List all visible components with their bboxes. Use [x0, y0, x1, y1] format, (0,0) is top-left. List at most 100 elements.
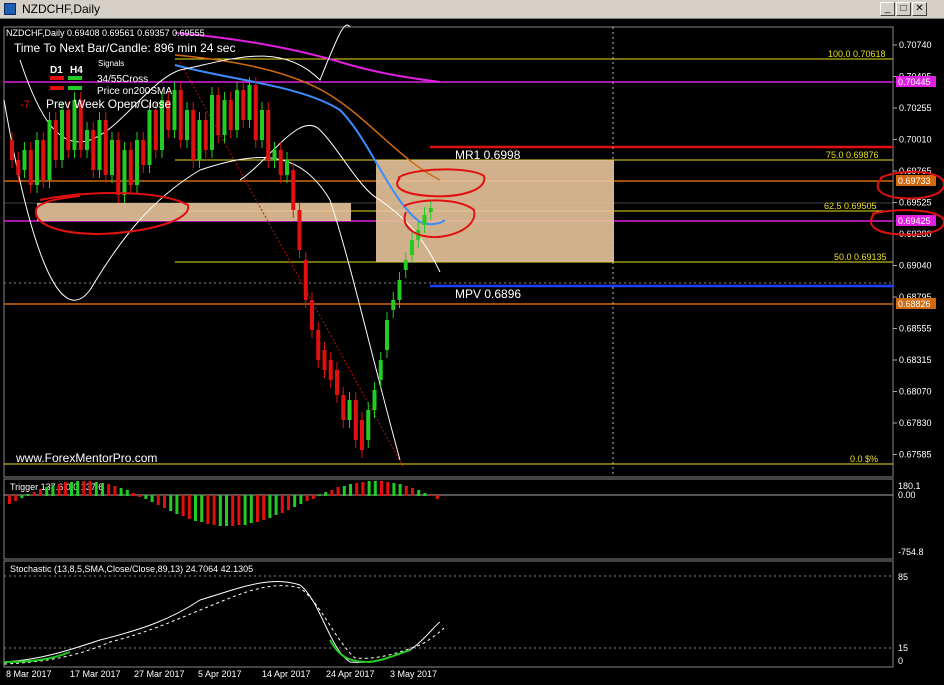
legend-cross: 34/55Cross	[97, 74, 148, 85]
trigger-bar	[51, 485, 55, 496]
candle	[266, 110, 271, 160]
trigger-bar	[423, 493, 427, 496]
trigger-bar	[125, 490, 129, 496]
candle	[103, 120, 108, 175]
trigger-bar	[187, 495, 191, 519]
candle	[310, 300, 314, 330]
trigger-bar	[404, 486, 408, 496]
candle	[241, 90, 246, 120]
price-chart[interactable]: 100.0 0.70618 75.0 0.69876 62.5 0.69505 …	[0, 19, 944, 680]
trigger-bar	[231, 495, 235, 526]
trigger-bar	[268, 495, 272, 518]
mt4-chart-window: NZDCHF,Daily _ □ ✕ 100.0 0.70618 75.0 0.…	[0, 0, 944, 680]
trigger-bar	[311, 495, 315, 499]
candle	[41, 140, 46, 180]
trigger-bar	[32, 492, 36, 496]
candle	[122, 150, 127, 195]
price-axis-label: 0.67585	[899, 450, 932, 460]
trigger-bar	[361, 482, 365, 496]
candle	[185, 110, 189, 140]
trigger-bar	[330, 490, 334, 496]
watermark: www.ForexMentorPro.com	[15, 451, 157, 465]
trigger-bar	[57, 484, 61, 496]
countdown-text: Time To Next Bar/Candle: 896 min 24 sec	[14, 41, 235, 55]
time-axis-label: 5 Apr 2017	[198, 669, 242, 679]
trigger-bar	[88, 481, 92, 496]
chart-area[interactable]: 100.0 0.70618 75.0 0.69876 62.5 0.69505 …	[0, 19, 944, 680]
candle	[372, 390, 377, 410]
candle	[210, 95, 214, 150]
support-zone	[37, 203, 351, 221]
candle	[378, 360, 383, 380]
price-tag: 0.70445	[898, 77, 931, 87]
candle	[291, 170, 296, 210]
candle	[91, 130, 96, 170]
trigger-bar	[386, 482, 390, 496]
chart-header: NZDCHF,Daily 0.69408 0.69561 0.69357 0.6…	[6, 28, 235, 111]
price-tag: 0.69425	[898, 216, 931, 226]
trigger-bar	[39, 489, 42, 496]
time-axis-label: 3 May 2017	[390, 669, 437, 679]
price-tag: 0.68826	[898, 299, 931, 309]
trigger-bar	[156, 495, 160, 505]
fib100-label: 100.0 0.70618	[828, 49, 886, 59]
mpv-label: MPV 0.6896	[455, 287, 521, 301]
trigger-bar	[398, 484, 402, 496]
candle	[391, 300, 396, 310]
price-axis-label: 0.68070	[899, 387, 932, 397]
trigger-bar	[45, 487, 49, 496]
trigger-bar	[107, 484, 111, 496]
maximize-button[interactable]: □	[896, 2, 911, 16]
candle	[28, 150, 33, 185]
trigger-bar	[429, 495, 433, 496]
trigger-bar	[349, 484, 352, 496]
fib50-label: 50.0 0.69135	[834, 252, 887, 262]
trigger-bar	[380, 481, 383, 496]
signals-label: Signals	[98, 59, 124, 68]
candle	[360, 420, 364, 450]
trigger-bar	[132, 493, 135, 496]
time-axis-label: 14 Apr 2017	[262, 669, 311, 679]
candle	[22, 150, 27, 170]
window-title: NZDCHF,Daily	[22, 2, 100, 16]
trigger-bar	[138, 495, 142, 497]
trigger-bar	[20, 495, 24, 498]
trigger-bar	[367, 481, 371, 496]
trigger-bar	[63, 482, 67, 496]
price-axis-label: 0.69040	[899, 261, 932, 271]
trigger-bar	[200, 495, 204, 522]
candle	[228, 100, 233, 130]
legend-week: Prev Week Open/Close	[46, 97, 171, 111]
candle	[16, 160, 21, 175]
candle	[341, 395, 346, 420]
minimize-button[interactable]: _	[880, 2, 895, 16]
trigger-bar	[70, 482, 73, 496]
trigger-bar	[194, 495, 197, 521]
trigger-axis-zero: 0.00	[898, 490, 916, 500]
trigger-bar	[212, 495, 216, 525]
candle	[135, 140, 139, 185]
trigger-bar	[299, 495, 303, 504]
trigger-bar	[392, 483, 396, 496]
trigger-bar	[119, 488, 123, 496]
candle	[272, 150, 277, 160]
trigger-bar	[274, 495, 278, 515]
candle	[66, 110, 71, 150]
candle	[141, 140, 146, 165]
close-button[interactable]: ✕	[912, 2, 927, 16]
candle	[172, 90, 177, 130]
symbol-ohlc: NZDCHF,Daily 0.69408 0.69561 0.69357 0.6…	[6, 28, 205, 38]
price-axis-label: 0.70255	[899, 103, 932, 113]
time-axis-label: 17 Mar 2017	[70, 669, 121, 679]
chart-window-icon	[4, 3, 16, 15]
candle	[366, 410, 371, 440]
trigger-bar	[243, 495, 247, 525]
stochastic-lines	[3, 580, 445, 665]
candle	[428, 208, 433, 212]
candle	[53, 120, 58, 160]
candle	[247, 85, 252, 120]
candle	[60, 110, 64, 160]
trigger-bar	[435, 495, 439, 499]
window-titlebar[interactable]: NZDCHF,Daily _ □ ✕	[0, 0, 944, 19]
candle	[47, 120, 52, 180]
